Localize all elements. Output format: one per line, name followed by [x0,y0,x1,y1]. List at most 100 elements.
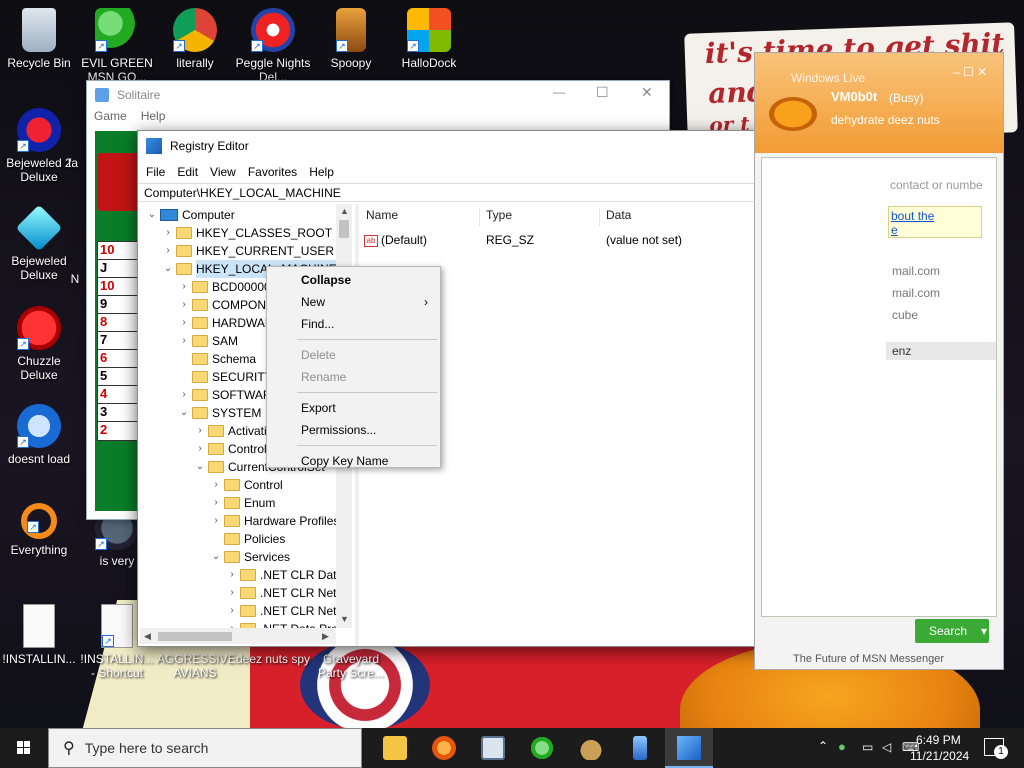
tree-node[interactable]: › SAM [178,332,238,350]
desktop-icon-deez-nuts-spy[interactable]: deez nuts spy [235,652,311,666]
chevron-down-icon[interactable]: ⌄ [146,206,158,224]
chevron-down-icon[interactable]: ▾ [981,619,987,643]
tree-node[interactable]: › SOFTWARE [178,386,279,404]
card[interactable]: J [97,259,139,279]
messenger-username[interactable]: VM0b0t [831,89,877,104]
tree-node[interactable]: ⌄ Services [210,548,290,566]
card[interactable]: 10 [97,241,139,261]
minimize-icon[interactable]: — [553,85,565,99]
desktop-icon-bejeweled2[interactable]: ↗ Bejeweled 2 Deluxe [1,108,77,184]
tree-horizontal-scrollbar[interactable]: ◀ ▶ [140,628,336,644]
desktop-icon-chuzzle[interactable]: ↗ Chuzzle Deluxe [1,306,77,382]
chevron-right-icon[interactable]: › [194,422,206,440]
chevron-right-icon[interactable]: › [226,602,238,620]
taskbar-search[interactable]: ⚲ Type here to search [48,728,362,768]
chevron-right-icon[interactable]: › [226,620,238,628]
card[interactable]: 9 [97,295,139,315]
context-menu-item[interactable]: Find... [269,313,438,335]
maximize-icon[interactable]: ☐ [596,84,609,101]
close-icon[interactable]: ✕ [641,84,653,101]
value-name[interactable]: ab (Default) [364,231,427,249]
chevron-right-icon[interactable]: › [178,386,190,404]
contact-2[interactable]: mail.com [892,286,940,300]
chevron-right-icon[interactable]: › [194,440,206,458]
contact-4-row[interactable]: enz [886,342,996,360]
chevron-right-icon[interactable]: › [178,278,190,296]
tree-node[interactable]: ⌄ SYSTEM [178,404,262,422]
column-header-type[interactable]: Type [480,208,600,226]
taskbar-active-app[interactable] [665,728,713,768]
chevron-right-icon[interactable]: › [226,584,238,602]
money-bag-icon[interactable] [579,736,603,760]
banner-link[interactable]: bout the [891,209,934,223]
scroll-thumb[interactable] [158,632,232,641]
messenger-contact-list[interactable]: contact or numbe bout the e mail.com mai… [761,157,997,617]
card[interactable]: 8 [97,313,139,333]
tree-node[interactable]: › .NET CLR Networking [226,584,336,602]
desktop-icon-everything[interactable]: ↗ Everything [1,503,77,557]
clock-date[interactable]: 11/21/2024 [910,749,969,763]
card[interactable]: 2 [97,421,139,441]
chevron-down-icon[interactable]: ⌄ [194,458,206,476]
messenger-window[interactable]: Windows Live – ☐ ✕ VM0b0t (Busy) dehydra… [754,52,1004,670]
menu-edit[interactable]: Edit [177,165,198,179]
tree-node[interactable]: › Enum [210,494,275,512]
desktop-icon-recycle-bin[interactable]: Recycle Bin [1,8,77,70]
scroll-right-icon[interactable]: ▶ [322,631,329,642]
context-menu-item[interactable]: Copy Key Name [269,450,438,472]
tree-node[interactable]: Policies [210,530,285,548]
desktop-icon-spoopy[interactable]: ↗ Spoopy [313,8,389,70]
chevron-right-icon[interactable]: › [178,332,190,350]
chevron-right-icon[interactable]: › [178,296,190,314]
desktop-icon-msn-go[interactable]: ↗ EVIL GREEN MSN GO... [79,8,155,84]
menu-favorites[interactable]: Favorites [248,165,297,179]
notification-icon[interactable]: 1 [984,738,1008,759]
card[interactable]: 6 [97,349,139,369]
menu-file[interactable]: File [146,165,165,179]
network-icon[interactable]: ▭ [862,740,873,754]
solitaire-titlebar[interactable]: Solitaire — ☐ ✕ [87,81,669,109]
card-back[interactable] [97,153,141,211]
tree-node[interactable]: › .NET CLR Data [226,566,336,584]
chevron-right-icon[interactable]: › [226,566,238,584]
file-explorer-icon[interactable] [383,736,407,760]
chevron-right-icon[interactable]: › [210,512,222,530]
desktop-icon-thunderbird[interactable]: ↗ doesnt load [1,404,77,466]
desktop-icon-installing[interactable]: !INSTALLIN... [1,604,77,666]
tree-node[interactable]: › HKEY_CLASSES_ROOT [162,224,332,242]
desktop-icon-graveyard[interactable]: Graveyard Party Scre... [313,652,389,680]
banner-link-2[interactable]: e [891,223,898,237]
scroll-down-icon[interactable]: ▼ [340,614,349,624]
desktop-icon-peggle[interactable]: ↗ Peggle Nights Del... [235,8,311,84]
scroll-left-icon[interactable]: ◀ [144,631,151,642]
chevron-right-icon[interactable]: › [162,224,174,242]
context-menu-item[interactable]: Permissions... [269,419,438,441]
menu-help[interactable]: Help [309,165,334,179]
tree-node[interactable]: SECURITY [178,368,273,386]
tree-node[interactable]: › .NET Data Provider [226,620,336,628]
search-button[interactable]: Search ▾ [915,619,989,643]
volume-icon[interactable]: ◁ [882,740,891,754]
contact-1[interactable]: mail.com [892,264,940,278]
tree-node[interactable]: › .NET CLR Networking 4.0.0.0 [226,602,336,620]
scroll-up-icon[interactable]: ▲ [340,206,349,216]
messenger-window-controls[interactable]: – ☐ ✕ [953,65,987,79]
desktop-icon-bejeweled[interactable]: Bejeweled Deluxe [1,204,77,282]
tree-node[interactable]: › Hardware Profiles [210,512,336,530]
tree-node[interactable]: ⌄ Computer [146,206,235,224]
avatar[interactable] [769,97,817,131]
chevron-right-icon[interactable]: › [210,494,222,512]
chevron-up-icon[interactable]: ⌃ [818,739,828,753]
tree-node[interactable]: › HKEY_CURRENT_USER [162,242,334,260]
chevron-right-icon[interactable]: › [210,476,222,494]
start-button[interactable] [0,728,48,768]
chevron-down-icon[interactable]: ⌄ [162,260,174,278]
firefox-icon[interactable] [432,736,456,760]
personal-message[interactable]: dehydrate deez nuts [831,113,940,127]
card[interactable]: 3 [97,403,139,423]
tree-node[interactable]: Schema [178,350,256,368]
tree-node[interactable]: › Control [210,476,282,494]
contact-search-input[interactable]: contact or numbe [890,178,983,192]
msn-people-icon[interactable] [530,736,554,760]
column-header-name[interactable]: Name [360,208,480,226]
